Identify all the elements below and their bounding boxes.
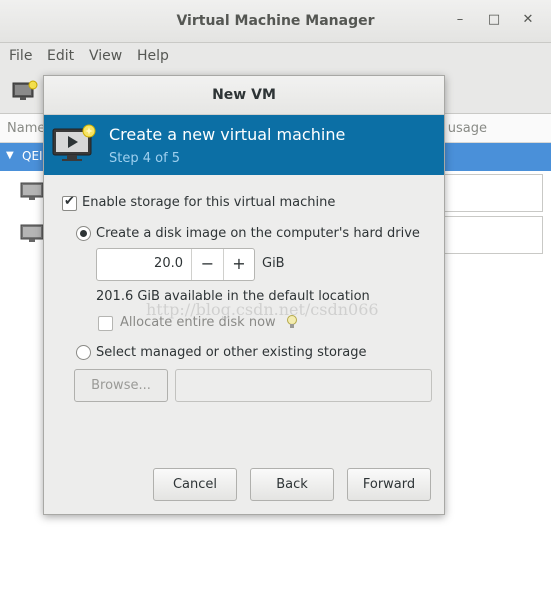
disk-size-value[interactable]: 20.0	[97, 256, 183, 271]
minimize-button[interactable]: –	[452, 12, 468, 28]
create-disk-label[interactable]: Create a disk image on the computer's ha…	[96, 226, 420, 241]
create-disk-radio[interactable]	[76, 226, 91, 241]
menu-edit[interactable]: Edit	[47, 48, 74, 64]
disk-size-stepper[interactable]: 20.0 − +	[96, 248, 255, 281]
cpu-usage-graph	[441, 174, 543, 212]
maximize-button[interactable]: □	[486, 12, 502, 28]
disk-size-unit: GiB	[262, 256, 285, 271]
column-usage[interactable]: usage	[448, 121, 487, 136]
cpu-usage-graph	[441, 216, 543, 254]
managed-storage-radio[interactable]	[76, 345, 91, 360]
banner-step: Step 4 of 5	[109, 151, 181, 166]
forward-button[interactable]: Forward	[347, 468, 431, 501]
browse-button[interactable]: Browse...	[74, 369, 168, 402]
expander-icon[interactable]: ▼	[6, 150, 14, 161]
allocate-disk-checkbox[interactable]	[98, 316, 113, 331]
new-vm-monitor-icon	[52, 124, 96, 161]
menu-help[interactable]: Help	[137, 48, 169, 64]
menu-view[interactable]: View	[89, 48, 122, 64]
menubar: File Edit View Help	[0, 43, 551, 71]
column-name[interactable]: Name	[7, 121, 45, 136]
main-window-title: Virtual Machine Manager	[176, 13, 375, 29]
increment-button[interactable]: +	[224, 249, 254, 280]
menu-file[interactable]: File	[9, 48, 32, 64]
dialog-body: ✔ Enable storage for this virtual machin…	[44, 176, 444, 514]
enable-storage-checkbox[interactable]: ✔	[62, 194, 77, 211]
connection-label: QEI	[22, 149, 43, 163]
wizard-banner: Create a new virtual machine Step 4 of 5	[44, 115, 444, 175]
dialog-title: New VM	[212, 87, 276, 103]
cancel-button[interactable]: Cancel	[153, 468, 237, 501]
checkmark-icon: ✔	[64, 194, 75, 209]
main-titlebar[interactable]: Virtual Machine Manager – □ ✕	[0, 0, 551, 43]
storage-path-field[interactable]	[175, 369, 432, 402]
decrement-button[interactable]: −	[192, 249, 223, 280]
dialog-titlebar[interactable]: New VM	[44, 76, 444, 115]
watermark: http://blog.csdn.net/csdn066	[146, 300, 379, 319]
close-button[interactable]: ✕	[520, 12, 536, 28]
new-vm-dialog: New VM Create a new virtual machine Step…	[43, 75, 445, 515]
new-vm-icon[interactable]	[12, 80, 38, 102]
banner-heading: Create a new virtual machine	[109, 125, 346, 144]
back-button[interactable]: Back	[250, 468, 334, 501]
enable-storage-label[interactable]: Enable storage for this virtual machine	[82, 195, 335, 210]
radio-dot-icon	[80, 230, 87, 237]
managed-storage-label[interactable]: Select managed or other existing storage	[96, 345, 366, 360]
